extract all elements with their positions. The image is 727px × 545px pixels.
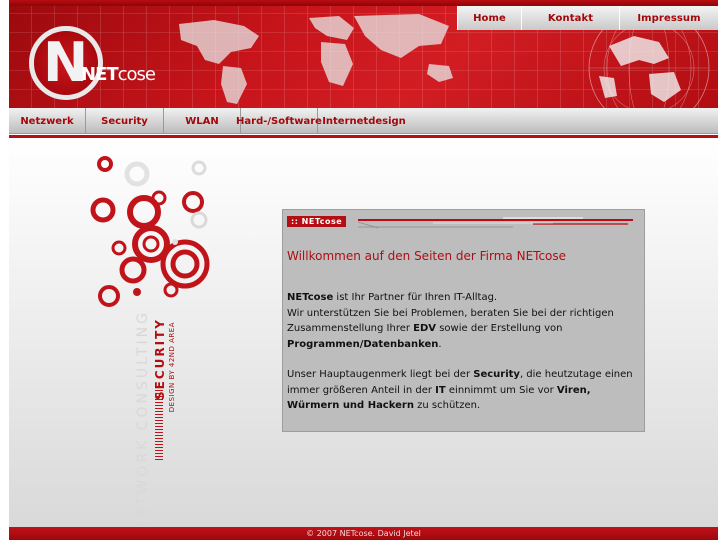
- edv-highlight: EDV: [413, 323, 437, 334]
- footer: © 2007 NETcose. David Jetel: [9, 527, 718, 540]
- it-highlight: IT: [435, 384, 446, 396]
- side-text-design-credit: DESIGN BY 42ND AREA: [168, 322, 176, 413]
- intro-text-1: ist Ihr Partner für Ihren IT-Alltag.: [333, 292, 498, 303]
- top-navigation: Home Kontakt Impressum: [457, 6, 718, 30]
- side-text-security: SECURITY: [153, 318, 167, 400]
- main-navigation: Netzwerk Security WLAN Hard-/Software In…: [9, 108, 718, 134]
- mainnav-hard-software[interactable]: Hard-/Software: [236, 108, 322, 134]
- logo-wordmark: NETcose: [81, 64, 156, 85]
- mainnav-wlan[interactable]: WLAN: [164, 108, 241, 134]
- decorative-circles-art: NETWORK CONSULTING SECURITY DESIGN BY 42…: [89, 150, 229, 530]
- netcose-logo[interactable]: N NETcose: [29, 26, 179, 106]
- security-text-1: Unser Hauptaugenmerk liegt bei der: [287, 369, 474, 380]
- logo-word-light: cose: [117, 64, 156, 85]
- side-text-consulting: NETWORK CONSULTING: [135, 310, 151, 531]
- welcome-title: Willkommen auf den Seiten der Firma NETc…: [287, 249, 567, 263]
- side-dotted-bar: [155, 390, 163, 460]
- page-frame: N NETcose Home Kontakt Impressum Netzwer…: [9, 0, 718, 545]
- logo-word-bold: NET: [81, 64, 119, 85]
- mainnav-internetdesign[interactable]: Internetdesign: [318, 108, 410, 134]
- security-highlight: Security: [473, 369, 520, 380]
- company-name: NETcose: [287, 292, 334, 303]
- topnav-home[interactable]: Home: [457, 6, 521, 30]
- intro-paragraph: NETcose ist Ihr Partner für Ihren IT-All…: [287, 290, 637, 352]
- topnav-kontakt[interactable]: Kontakt: [521, 6, 619, 30]
- box-header-decoration: :: NETcose: [283, 210, 644, 230]
- topnav-impressum[interactable]: Impressum: [619, 6, 718, 30]
- mainnav-netzwerk[interactable]: Netzwerk: [9, 108, 86, 134]
- security-text-4: zu schützen.: [413, 400, 481, 411]
- welcome-content-box: :: NETcose Willkommen auf den Seiten der…: [282, 209, 645, 432]
- footer-copyright: © 2007 NETcose. David Jetel: [306, 529, 421, 538]
- intro-text-4: .: [438, 338, 442, 350]
- logo-letter: N: [43, 31, 88, 94]
- box-tag-netcose: :: NETcose: [287, 216, 347, 227]
- mainnav-security[interactable]: Security: [86, 108, 164, 134]
- security-paragraph: Unser Hauptaugenmerk liegt bei der Secur…: [287, 367, 637, 414]
- programs-highlight: Programmen/Datenbanken: [287, 338, 439, 350]
- circles-graphic: [90, 156, 210, 307]
- security-text-3: einnimmt um Sie vor: [445, 384, 557, 396]
- intro-text-3: sowie der Erstellung von: [436, 323, 563, 334]
